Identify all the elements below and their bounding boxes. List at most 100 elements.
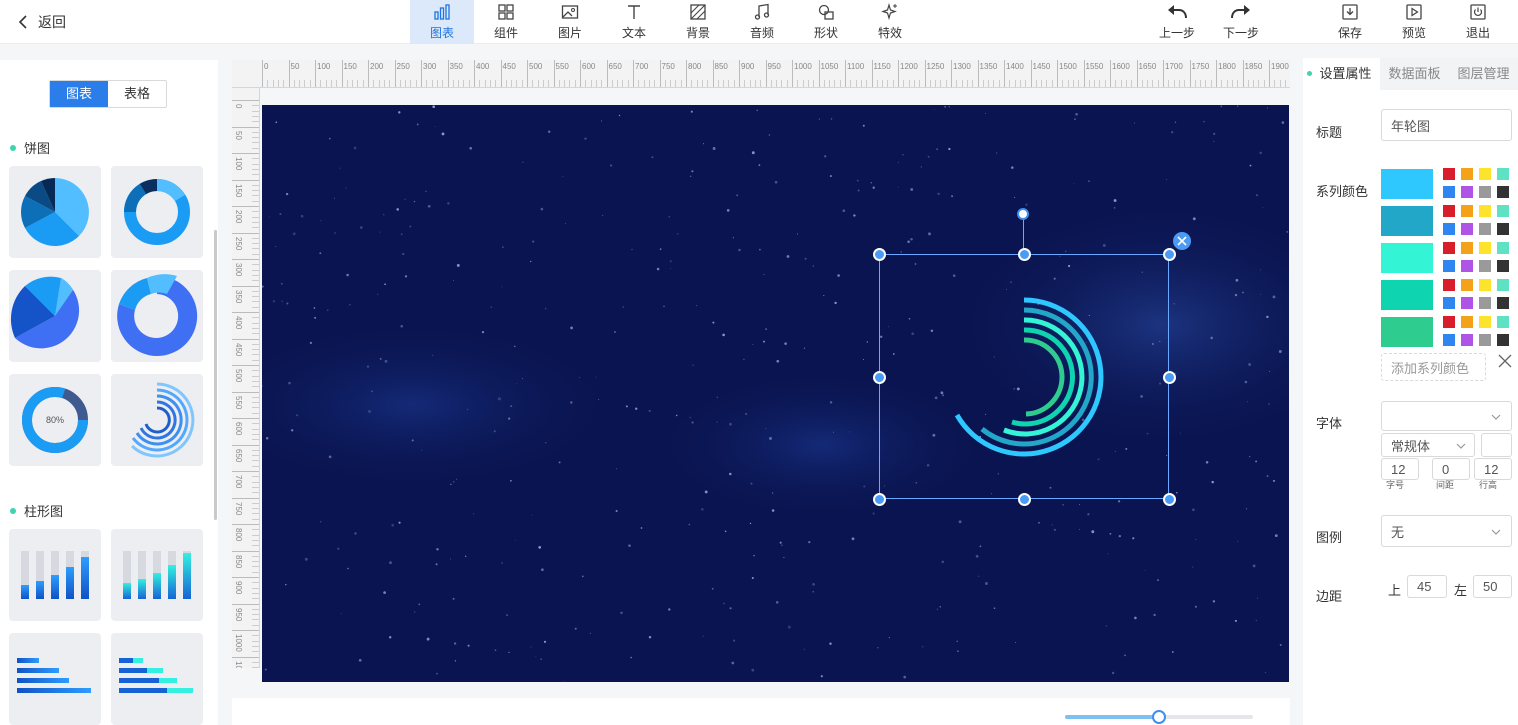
tool-component[interactable]: 组件	[474, 0, 538, 44]
left-scrollbar[interactable]	[214, 230, 217, 520]
palette-color[interactable]	[1479, 186, 1491, 198]
palette-color[interactable]	[1461, 223, 1473, 235]
series-color-swatch[interactable]	[1381, 243, 1433, 273]
design-canvas[interactable]	[262, 105, 1289, 682]
font-color-picker[interactable]	[1481, 433, 1512, 457]
palette-color[interactable]	[1497, 242, 1509, 254]
tab-chart[interactable]: 图表	[50, 81, 108, 107]
palette-color[interactable]	[1461, 334, 1473, 346]
legend-select[interactable]: 无	[1381, 515, 1512, 547]
palette-color[interactable]	[1461, 242, 1473, 254]
tool-audio[interactable]: 音频	[730, 0, 794, 44]
tool-chart[interactable]: 图表	[410, 0, 474, 44]
save-button[interactable]: 保存	[1318, 0, 1382, 44]
close-icon[interactable]	[1498, 354, 1512, 368]
palette-color[interactable]	[1479, 242, 1491, 254]
thumb-annual-ring[interactable]	[111, 374, 203, 466]
tool-text[interactable]: 文本	[602, 0, 666, 44]
tab-data[interactable]: 数据面板	[1380, 58, 1449, 90]
palette-color[interactable]	[1443, 205, 1455, 217]
series-color-swatch[interactable]	[1381, 206, 1433, 236]
exit-button[interactable]: 退出	[1446, 0, 1510, 44]
thumb-pie-basic[interactable]	[9, 166, 101, 258]
palette-color[interactable]	[1461, 279, 1473, 291]
palette-color[interactable]	[1479, 168, 1491, 180]
palette-color[interactable]	[1479, 260, 1491, 272]
tab-layers[interactable]: 图层管理	[1449, 58, 1518, 90]
thumb-rose-pie[interactable]	[9, 270, 101, 362]
rotate-handle[interactable]	[1017, 208, 1029, 220]
palette-color[interactable]	[1497, 279, 1509, 291]
margin-left-input[interactable]: 50	[1473, 575, 1512, 598]
thumb-ring[interactable]	[111, 166, 203, 258]
resize-handle[interactable]	[1163, 493, 1176, 506]
palette-color[interactable]	[1461, 297, 1473, 309]
palette-color[interactable]	[1479, 334, 1491, 346]
margin-top-input[interactable]: 45	[1407, 575, 1447, 598]
palette-color[interactable]	[1479, 223, 1491, 235]
series-color-swatch[interactable]	[1381, 280, 1433, 310]
tool-shape[interactable]: 形状	[794, 0, 858, 44]
resize-handle[interactable]	[1018, 493, 1031, 506]
tab-settings[interactable]: 设置属性	[1303, 58, 1380, 90]
palette-color[interactable]	[1461, 205, 1473, 217]
palette-color[interactable]	[1479, 279, 1491, 291]
palette-color[interactable]	[1443, 260, 1455, 272]
palette-color[interactable]	[1443, 297, 1455, 309]
annual-ring-chart[interactable]	[934, 287, 1114, 467]
back-button[interactable]: 返回	[18, 12, 66, 32]
resize-handle[interactable]	[873, 493, 886, 506]
resize-handle[interactable]	[873, 370, 886, 384]
palette-color[interactable]	[1497, 205, 1509, 217]
redo-button[interactable]: 下一步	[1209, 0, 1273, 44]
palette-color[interactable]	[1479, 205, 1491, 217]
zoom-slider-handle[interactable]	[1152, 710, 1166, 724]
resize-handle[interactable]	[873, 248, 886, 261]
palette-color[interactable]	[1443, 168, 1455, 180]
thumb-bar-vertical[interactable]	[9, 529, 101, 621]
palette-color[interactable]	[1443, 279, 1455, 291]
font-size-input[interactable]: 12	[1381, 458, 1419, 480]
palette-color[interactable]	[1479, 297, 1491, 309]
thumb-rose-ring[interactable]	[111, 270, 203, 362]
palette-color[interactable]	[1497, 334, 1509, 346]
zoom-slider[interactable]	[1065, 710, 1253, 724]
palette-color[interactable]	[1479, 316, 1491, 328]
palette-color[interactable]	[1497, 260, 1509, 272]
title-input[interactable]: 年轮图	[1381, 109, 1512, 141]
tool-image[interactable]: 图片	[538, 0, 602, 44]
palette-color[interactable]	[1443, 186, 1455, 198]
palette-color[interactable]	[1461, 260, 1473, 272]
letter-spacing-input[interactable]: 0	[1432, 458, 1470, 480]
undo-button[interactable]: 上一步	[1145, 0, 1209, 44]
font-style-select[interactable]: 常规体	[1381, 433, 1475, 457]
thumb-percent-ring[interactable]: 80%	[9, 374, 101, 466]
font-family-select[interactable]	[1381, 401, 1512, 431]
series-color-swatch[interactable]	[1381, 169, 1433, 199]
palette-color[interactable]	[1497, 186, 1509, 198]
line-height-input[interactable]: 12	[1474, 458, 1512, 480]
thumb-bar-gradient[interactable]	[111, 529, 203, 621]
palette-color[interactable]	[1443, 223, 1455, 235]
thumb-bar-horizontal[interactable]	[9, 633, 101, 725]
palette-color[interactable]	[1461, 168, 1473, 180]
palette-color[interactable]	[1461, 186, 1473, 198]
resize-handle[interactable]	[1163, 370, 1176, 384]
thumb-bar-stacked[interactable]	[111, 633, 203, 725]
palette-color[interactable]	[1443, 334, 1455, 346]
palette-color[interactable]	[1497, 223, 1509, 235]
delete-element-button[interactable]	[1173, 232, 1191, 250]
resize-handle[interactable]	[1163, 248, 1176, 261]
palette-color[interactable]	[1443, 316, 1455, 328]
palette-color[interactable]	[1497, 316, 1509, 328]
palette-color[interactable]	[1497, 168, 1509, 180]
tab-table[interactable]: 表格	[108, 81, 166, 107]
tool-background[interactable]: 背景	[666, 0, 730, 44]
palette-color[interactable]	[1497, 297, 1509, 309]
resize-handle[interactable]	[1018, 248, 1031, 261]
preview-button[interactable]: 预览	[1382, 0, 1446, 44]
palette-color[interactable]	[1461, 316, 1473, 328]
palette-color[interactable]	[1443, 242, 1455, 254]
tool-effect[interactable]: 特效	[858, 0, 922, 44]
add-series-color-button[interactable]: 添加系列颜色	[1381, 353, 1486, 381]
